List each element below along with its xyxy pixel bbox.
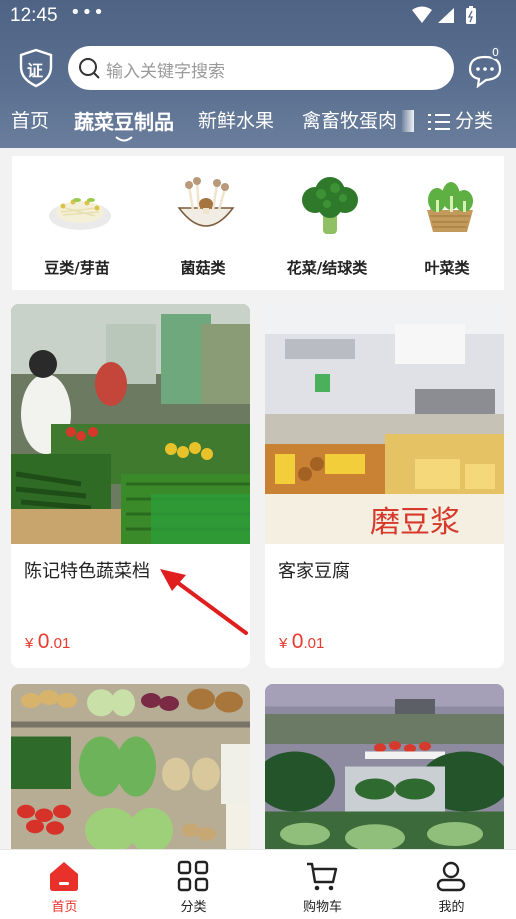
tofu-stall-sign-text: 磨豆浆 (370, 505, 460, 540)
message-count-badge: 0 (490, 46, 501, 59)
broccoli-icon (302, 177, 358, 234)
user-icon (436, 861, 466, 892)
product-image-greens-stall (265, 684, 504, 864)
subcategory-leafy-greens[interactable]: 叶菜类 (392, 156, 502, 290)
home-icon (50, 862, 78, 891)
product-card[interactable] (11, 684, 250, 864)
product-image-produce-shelves (11, 684, 250, 864)
active-tab-indicator (115, 136, 133, 142)
tab-vegetables[interactable]: 蔬菜豆制品 (74, 106, 174, 135)
tab-meat-eggs[interactable]: 禽畜牧蛋肉 (302, 106, 397, 133)
product-name: 陈记特色蔬菜档 (24, 561, 150, 582)
nav-label: 首页 (51, 900, 78, 915)
subcategory-strip: 豆类/芽苗 菌菇类 花菜/结球类 叶菜类 (12, 156, 504, 290)
search-icon (79, 58, 100, 79)
nav-profile[interactable]: 我的 (387, 850, 516, 919)
subcategory-broccoli[interactable]: 花菜/结球类 (272, 156, 382, 290)
annotation-arrow (160, 569, 248, 635)
app-header: 12:45 ••• 证 输入关键字搜索 0 首页 蔬菜豆制品 新鲜水果 禽畜牧蛋… (0, 0, 516, 148)
tab-home[interactable]: 首页 (11, 106, 49, 133)
subcategory-label: 豆类/芽苗 (44, 259, 110, 277)
battery-icon (466, 8, 476, 24)
subcategory-mushroom[interactable]: 菌菇类 (148, 156, 258, 290)
bean-sprouts-icon (49, 198, 111, 230)
menu-list-icon[interactable] (427, 111, 451, 133)
price-integer: 0 (291, 630, 304, 653)
subcategory-bean-sprouts[interactable]: 豆类/芽苗 (22, 156, 132, 290)
tab-all-categories[interactable]: 分类 (455, 106, 493, 133)
cart-icon (307, 862, 338, 891)
product-card[interactable]: 磨豆浆 客家豆腐 ¥ 0.01 (265, 304, 504, 668)
status-icons (412, 6, 476, 24)
subcategory-label: 菌菇类 (180, 259, 226, 277)
nav-categories[interactable]: 分类 (129, 850, 258, 919)
certificate-shield-icon[interactable]: 证 (18, 48, 54, 88)
bottom-navigation: 首页 分类 购物车 我的 (0, 849, 516, 919)
signal-icon (438, 8, 454, 23)
search-placeholder: 输入关键字搜索 (106, 62, 225, 82)
status-bar: 12:45 ••• (0, 0, 516, 34)
nav-label: 我的 (438, 900, 465, 915)
tab-fruits[interactable]: 新鲜水果 (198, 106, 274, 133)
subcategory-label: 花菜/结球类 (286, 259, 368, 277)
notification-dots: ••• (70, 2, 105, 23)
product-card[interactable] (265, 684, 504, 864)
subcategory-label: 叶菜类 (424, 259, 470, 277)
price-currency: ¥ (25, 635, 34, 652)
price-decimal: .01 (303, 635, 325, 652)
product-image-vegetable-stall (11, 304, 250, 544)
product-name: 客家豆腐 (278, 561, 350, 582)
grid-icon (177, 860, 209, 892)
certificate-label: 证 (27, 61, 44, 80)
price-currency: ¥ (279, 635, 288, 652)
search-input[interactable]: 输入关键字搜索 (68, 46, 454, 90)
price-integer: 0 (37, 630, 50, 653)
wifi-icon (412, 6, 432, 23)
product-price: ¥ 0.01 (279, 630, 324, 654)
search-row: 证 输入关键字搜索 0 (0, 44, 516, 92)
tab-scroll-fade (402, 110, 414, 132)
nav-label: 分类 (180, 900, 207, 915)
leafy-greens-icon (427, 182, 473, 232)
nav-label: 购物车 (302, 900, 342, 915)
product-image-tofu-stall: 磨豆浆 (265, 304, 504, 544)
price-decimal: .01 (49, 635, 71, 652)
nav-cart[interactable]: 购物车 (258, 850, 387, 919)
status-time: 12:45 (10, 5, 58, 26)
mushroom-icon (177, 177, 235, 227)
product-price: ¥ 0.01 (25, 630, 70, 654)
nav-home[interactable]: 首页 (0, 850, 129, 919)
